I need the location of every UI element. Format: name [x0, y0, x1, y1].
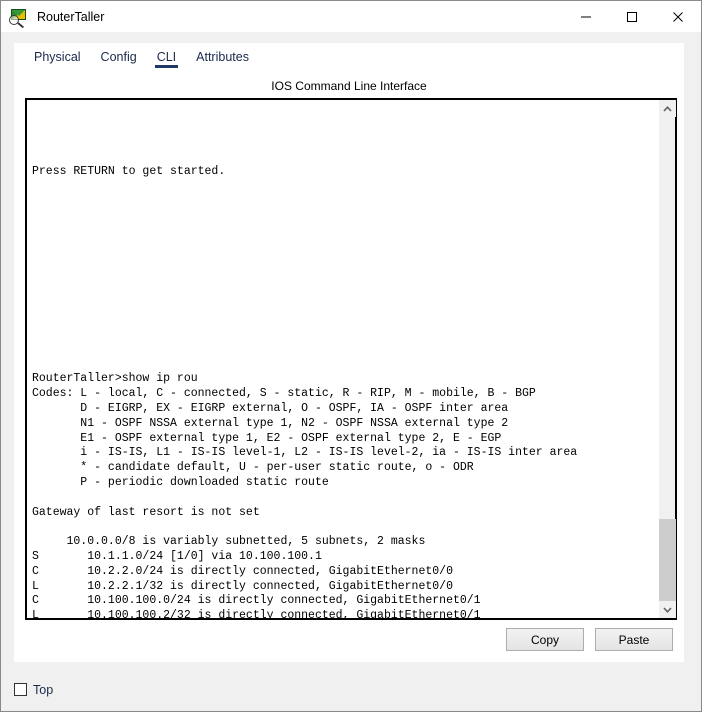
tab-cli-underline: [154, 65, 179, 68]
terminal-action-buttons: Copy Paste: [506, 628, 673, 651]
top-checkbox-label: Top: [33, 682, 54, 697]
panel-caption: IOS Command Line Interface: [271, 79, 427, 93]
paste-button[interactable]: Paste: [595, 628, 673, 651]
tab-attributes-label: Attributes: [196, 49, 249, 64]
close-button[interactable]: [655, 1, 701, 32]
terminal-text: Press RETURN to get started. RouterTalle…: [32, 106, 577, 618]
terminal-scrollbar[interactable]: [658, 100, 676, 618]
maximize-button[interactable]: [609, 1, 655, 32]
chevron-down-icon: [663, 606, 672, 613]
top-checkbox-group[interactable]: Top: [14, 683, 53, 697]
copy-button[interactable]: Copy: [506, 628, 584, 651]
chevron-up-icon: [663, 105, 672, 112]
terminal-output-area[interactable]: Press RETURN to get started. RouterTalle…: [27, 100, 658, 618]
window-title: RouterTaller: [37, 9, 105, 24]
router-cli-window: RouterTaller Physical Config CLI Attribu…: [0, 0, 702, 712]
tab-cli[interactable]: CLI: [147, 43, 186, 70]
tab-cli-label: CLI: [156, 49, 177, 64]
close-icon: [673, 11, 683, 22]
cli-tab-panel: IOS Command Line Interface Press RETURN …: [14, 70, 684, 662]
scroll-up-button[interactable]: [659, 100, 676, 117]
scrollbar-thumb[interactable]: [659, 519, 676, 601]
top-checkbox[interactable]: [14, 683, 27, 696]
minimize-icon: [581, 16, 591, 17]
tab-physical[interactable]: Physical: [24, 43, 91, 70]
tab-attributes[interactable]: Attributes: [186, 43, 259, 70]
bottom-bar: Top: [1, 668, 701, 711]
tab-config[interactable]: Config: [91, 43, 147, 70]
maximize-icon: [627, 11, 637, 22]
packet-tracer-device-icon: [8, 6, 30, 28]
scroll-down-button[interactable]: [659, 601, 676, 618]
tab-strip: Physical Config CLI Attributes: [14, 43, 684, 70]
tab-physical-label: Physical: [34, 49, 81, 64]
window-controls: [563, 1, 701, 32]
terminal-frame: Press RETURN to get started. RouterTalle…: [25, 98, 677, 620]
title-bar: RouterTaller: [1, 1, 701, 32]
tab-config-label: Config: [100, 49, 137, 64]
minimize-button[interactable]: [563, 1, 609, 32]
